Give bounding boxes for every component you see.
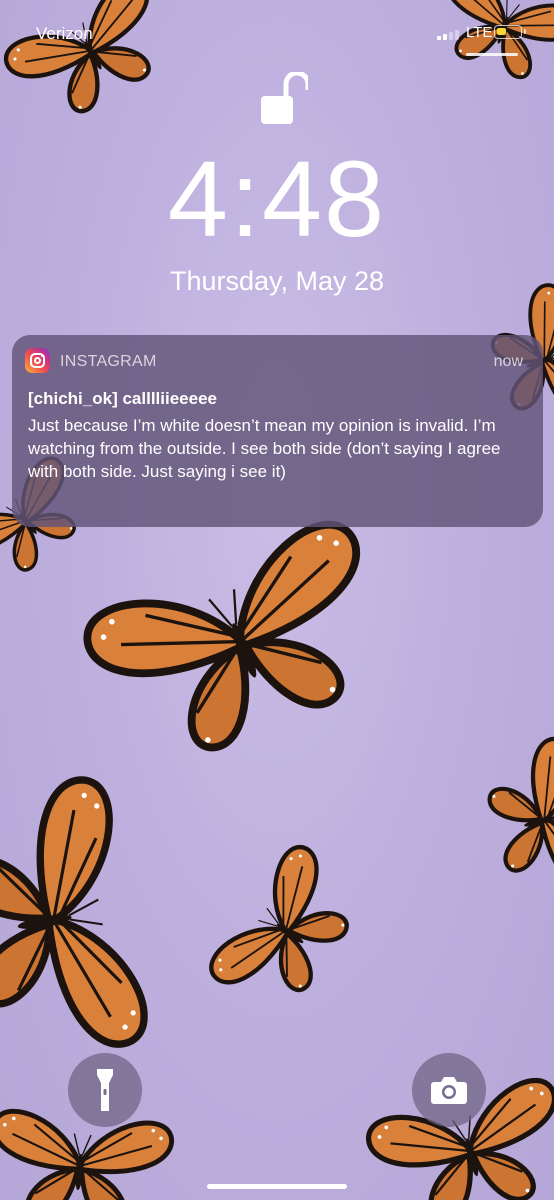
- butterfly: [79, 516, 406, 778]
- lock-screen-time: 4:48: [167, 138, 387, 259]
- notification-title: [chichi_ok] calllliieeeee: [28, 389, 217, 408]
- status-bar: Verizon LTE: [0, 0, 554, 60]
- control-center-indicator[interactable]: [466, 53, 518, 56]
- butterfly: [0, 776, 149, 1067]
- unlocked-padlock-icon: [261, 72, 308, 124]
- camera-button[interactable]: [412, 1053, 486, 1127]
- carrier-label: Verizon: [36, 24, 93, 43]
- signal-strength-icon: [437, 30, 459, 40]
- battery-nub: [523, 29, 526, 34]
- camera-icon: [431, 1077, 467, 1104]
- home-indicator[interactable]: [207, 1184, 347, 1189]
- notification-app-name: INSTAGRAM: [60, 353, 157, 370]
- flashlight-icon: [97, 1069, 113, 1111]
- butterfly: [205, 841, 372, 1024]
- flashlight-button[interactable]: [68, 1053, 142, 1127]
- instagram-icon: [25, 348, 50, 373]
- instagram-notification[interactable]: INSTAGRAM now [chichi_ok] calllliieeeee …: [12, 335, 543, 527]
- battery-level-fill: [497, 28, 506, 35]
- battery-icon: [494, 25, 526, 39]
- lock-screen-date: Thursday, May 28: [169, 266, 385, 296]
- notification-body: Just because I’m white doesn’t mean my o…: [28, 416, 501, 481]
- butterfly: [0, 1110, 173, 1200]
- butterfly: [478, 736, 554, 907]
- notification-timestamp: now: [493, 353, 523, 370]
- network-type-label: LTE: [466, 24, 493, 41]
